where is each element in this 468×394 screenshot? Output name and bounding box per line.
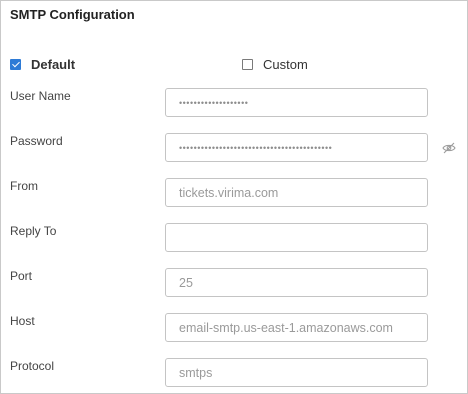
default-label: Default [31, 57, 76, 72]
from-field[interactable]: tickets.virima.com [165, 178, 428, 207]
custom-option[interactable]: Custom [242, 57, 308, 72]
smtp-configuration-panel: SMTP Configuration Default Custom User N… [0, 0, 468, 394]
username-label: User Name [10, 89, 71, 103]
port-label: Port [10, 269, 33, 283]
panel-title: SMTP Configuration [10, 7, 135, 22]
host-field[interactable]: email-smtp.us-east-1.amazonaws.com [165, 313, 428, 342]
eye-slash-icon[interactable] [442, 141, 456, 154]
default-option[interactable]: Default [10, 57, 75, 72]
password-label: Password [10, 134, 63, 148]
reply-to-field[interactable] [165, 223, 428, 252]
protocol-field[interactable]: smtps [165, 358, 428, 387]
password-field[interactable]: ••••••••••••••••••••••••••••••••••••••••… [165, 133, 428, 162]
custom-label: Custom [263, 57, 308, 72]
username-field[interactable]: ••••••••••••••••••• [165, 88, 428, 117]
from-label: From [10, 179, 38, 193]
config-type-options: Default Custom [1, 57, 467, 73]
default-checkbox[interactable] [10, 59, 21, 70]
reply-to-label: Reply To [10, 224, 57, 238]
custom-checkbox[interactable] [242, 59, 253, 70]
protocol-label: Protocol [10, 359, 55, 373]
host-label: Host [10, 314, 35, 328]
port-field[interactable]: 25 [165, 268, 428, 297]
